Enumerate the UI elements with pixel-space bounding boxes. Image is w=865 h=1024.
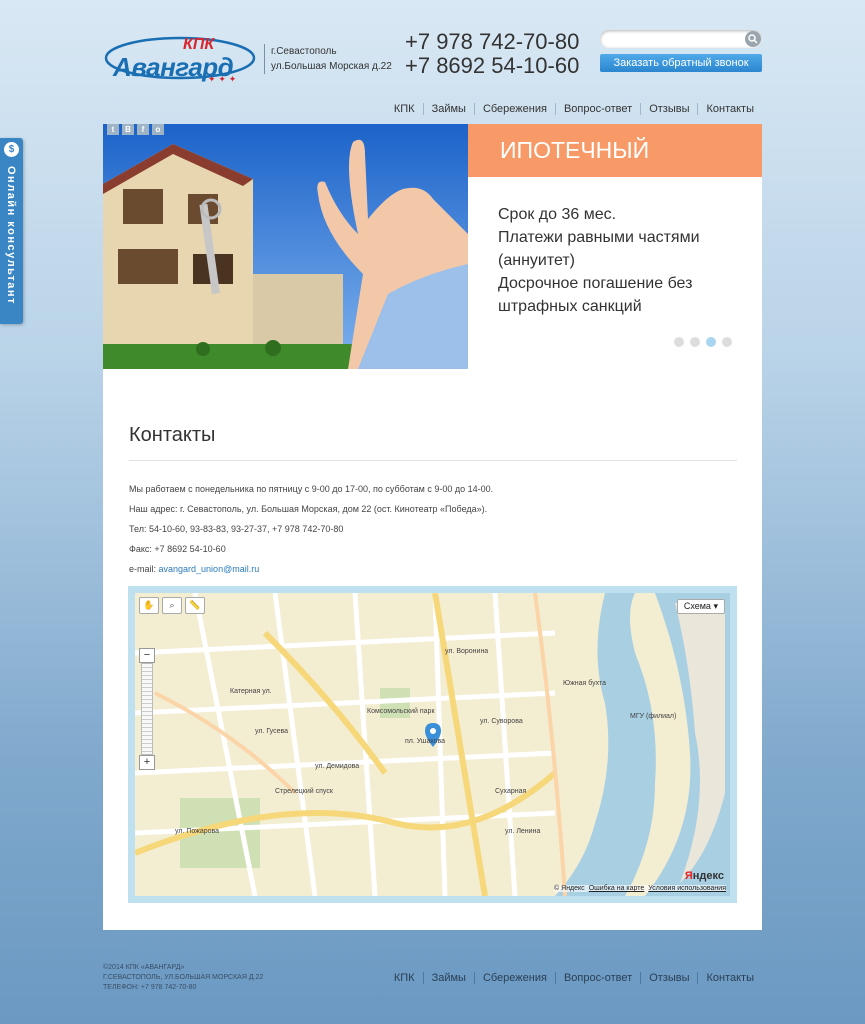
- footer-nav-loans[interactable]: Займы: [422, 972, 474, 984]
- map-label: ул. Гусева: [255, 728, 288, 735]
- map-type-selector[interactable]: Схема ▾: [676, 599, 725, 614]
- map-label: ул. Пожарова: [175, 828, 219, 835]
- nav-item-savings[interactable]: Сбережения: [473, 103, 555, 115]
- chevron-down-icon: ▾: [713, 601, 718, 611]
- slider-line: Досрочное погашение без штрафных санкций: [498, 275, 693, 315]
- email-link[interactable]: avangard_union@mail.ru: [159, 564, 260, 574]
- zoom-in-button[interactable]: +: [139, 755, 155, 770]
- footer-nav-contacts[interactable]: Контакты: [697, 972, 762, 984]
- footer-nav-kpk[interactable]: КПК: [386, 972, 423, 984]
- slider-line: Платежи равными частями (аннуитет): [498, 229, 700, 269]
- yandex-logo-text: Яндекс: [684, 870, 724, 882]
- footer-phone: ТЕЛЕФОН: +7 978 742-70-80: [103, 984, 197, 991]
- main-nav: КПК Займы Сбережения Вопрос-ответ Отзывы…: [386, 103, 762, 115]
- slider-image: t В f о: [103, 124, 468, 369]
- map-terms-link[interactable]: Условия использования: [648, 885, 726, 892]
- slider-dot-4[interactable]: [722, 337, 732, 347]
- slider-dot-3[interactable]: [706, 337, 716, 347]
- map-label: Катерная ул.: [230, 688, 272, 695]
- twitter-icon[interactable]: t: [107, 124, 119, 135]
- map-zoom: − +: [139, 648, 155, 770]
- contact-fax: Факс: +7 8692 54-10-60: [129, 544, 226, 554]
- zoom-slider[interactable]: [141, 663, 153, 755]
- social-links: t В f о: [107, 124, 164, 135]
- slider-caption: ИПОТЕЧНЫЙ Срок до 36 мес. Платежи равным…: [468, 124, 762, 369]
- contact-email-row: e-mail: avangard_union@mail.ru: [129, 559, 737, 579]
- logo-brand: Авангард: [113, 52, 234, 82]
- footer-nav-savings[interactable]: Сбережения: [473, 972, 555, 984]
- contacts-section: Контакты Мы работаем с понедельника по п…: [129, 424, 737, 579]
- map-label: Комсомольский парк: [367, 707, 435, 715]
- map-label: ул. Суворова: [480, 718, 523, 725]
- map-label: пл. Ушакова: [405, 738, 445, 745]
- footer-copyright: ©2014 КПК «АВАНГАРД»: [103, 964, 185, 971]
- footer-info: ©2014 КПК «АВАНГАРД» г.СЕВАСТОПОЛЬ, УЛ.Б…: [103, 963, 263, 993]
- map-label: Стрелецкий спуск: [275, 787, 334, 795]
- hand-icon[interactable]: ✋: [139, 597, 159, 614]
- online-consultant-tab[interactable]: $ Онлайн консультант: [0, 138, 23, 324]
- address-street: ул.Большая Морская д.22: [271, 61, 392, 72]
- phone-landline: +7 8692 54-10-60: [405, 53, 580, 78]
- header-address: г.Севастополь ул.Большая Морская д.22: [264, 44, 392, 74]
- header-phones: +7 978 742-70-80 +7 8692 54-10-60: [405, 30, 579, 78]
- ruler-icon[interactable]: 📏: [185, 597, 205, 614]
- footer-address: г.СЕВАСТОПОЛЬ, УЛ.БОЛЬШАЯ МОРСКАЯ Д.22: [103, 974, 264, 981]
- search-box: [600, 30, 762, 51]
- map-canvas[interactable]: Катерная ул. Комсомольский парк Южная бу…: [135, 593, 730, 896]
- map-type-label: Схема: [683, 601, 711, 611]
- callback-button[interactable]: Заказать обратный звонок: [600, 54, 762, 72]
- page-title: Контакты: [129, 424, 737, 461]
- map-error-link[interactable]: Ошибка на карте: [589, 885, 645, 892]
- map-toolbar: ✋ ⌕ 📏: [139, 597, 205, 614]
- search-input[interactable]: [608, 30, 742, 51]
- map-label: ул. Ленина: [505, 828, 540, 835]
- address-city: г.Севастополь: [271, 46, 337, 57]
- nav-item-kpk[interactable]: КПК: [386, 103, 423, 115]
- map-streets: Катерная ул. Комсомольский парк Южная бу…: [135, 593, 730, 896]
- yandex-logo[interactable]: Яндекс: [685, 870, 724, 882]
- slider-dots: [674, 337, 732, 347]
- search-icon[interactable]: [745, 31, 761, 47]
- work-hours: Мы работаем с понедельника по пятницу с …: [129, 484, 494, 494]
- map-label: Южная бухта: [563, 679, 606, 687]
- odnoklassniki-icon[interactable]: о: [152, 124, 164, 135]
- contact-phones: Тел: 54-10-60, 93-83-83, 93-27-37, +7 97…: [129, 524, 344, 534]
- map-label: ул. Демидова: [315, 763, 359, 770]
- slider-dot-2[interactable]: [690, 337, 700, 347]
- map-footer: © Яндекс Ошибка на карте Условия использ…: [554, 885, 726, 892]
- nav-item-faq[interactable]: Вопрос-ответ: [554, 103, 640, 115]
- contacts-info: Мы работаем с понедельника по пятницу с …: [129, 479, 737, 579]
- dollar-icon: $: [4, 142, 19, 157]
- slider-title: ИПОТЕЧНЫЙ: [468, 124, 762, 177]
- email-label: e-mail:: [129, 564, 159, 574]
- map-label: МГУ (филиал): [630, 713, 676, 720]
- map-copyright: © Яндекс: [554, 885, 585, 892]
- nav-item-contacts[interactable]: Контакты: [697, 103, 762, 115]
- slider-text: Срок до 36 мес. Платежи равными частями …: [468, 177, 738, 318]
- main-panel: t В f о ИПОТЕЧНЫЙ Срок до 36 мес. Платеж…: [103, 124, 762, 930]
- map-label: Сухарная: [495, 788, 527, 795]
- footer-nav-reviews[interactable]: Отзывы: [640, 972, 697, 984]
- nav-item-loans[interactable]: Займы: [422, 103, 474, 115]
- magnifier-icon[interactable]: ⌕: [162, 597, 182, 614]
- footer-nav-faq[interactable]: Вопрос-ответ: [554, 972, 640, 984]
- slider-dot-1[interactable]: [674, 337, 684, 347]
- map-frame: Катерная ул. Комсомольский парк Южная бу…: [128, 586, 737, 903]
- zoom-out-button[interactable]: −: [139, 648, 155, 663]
- online-consultant-label: Онлайн консультант: [5, 166, 17, 305]
- vk-icon[interactable]: В: [122, 124, 134, 135]
- facebook-icon[interactable]: f: [137, 124, 149, 135]
- slider-line: Срок до 36 мес.: [498, 206, 617, 223]
- map-label: ул. Воронина: [445, 648, 488, 655]
- nav-item-reviews[interactable]: Отзывы: [640, 103, 697, 115]
- footer-nav: КПК Займы Сбережения Вопрос-ответ Отзывы…: [386, 972, 762, 984]
- phone-mobile: +7 978 742-70-80: [405, 29, 580, 54]
- office-address: Наш адрес: г. Севастополь, ул. Большая М…: [129, 504, 488, 514]
- logo[interactable]: ✦ ✦ ✦ КПК Авангард: [103, 34, 257, 84]
